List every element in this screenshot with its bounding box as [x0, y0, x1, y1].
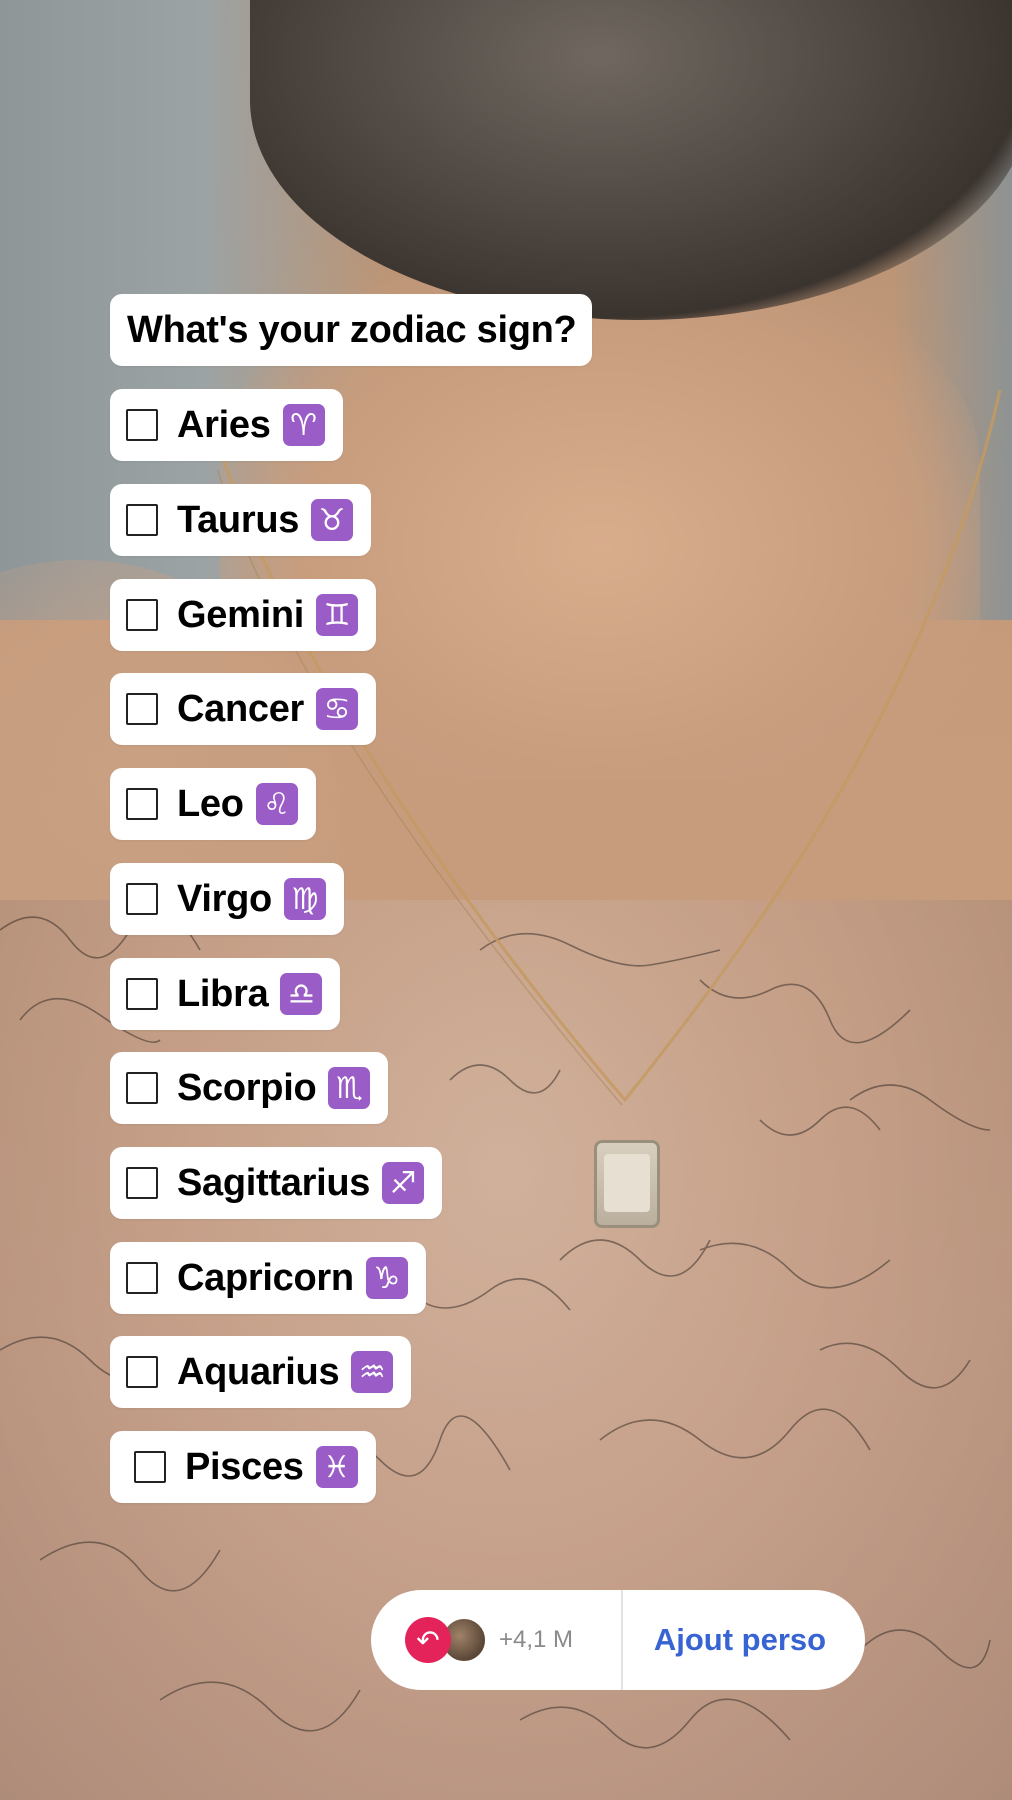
gemini-icon: ♊ — [316, 594, 359, 636]
reply-arrow-icon: ↶ — [405, 1617, 451, 1663]
checkbox-icon[interactable] — [126, 693, 158, 725]
add-yours-button[interactable]: Ajout perso — [623, 1622, 865, 1658]
pendant — [594, 1140, 660, 1228]
checkbox-icon[interactable] — [126, 1072, 158, 1104]
option-capricorn[interactable]: Capricorn ♑ — [110, 1242, 426, 1314]
option-label: Aries — [177, 403, 271, 446]
pisces-icon: ♓ — [315, 1446, 358, 1488]
aquarius-icon: ♒ — [351, 1351, 394, 1393]
option-label: Taurus — [177, 498, 300, 541]
aries-icon: ♈ — [282, 404, 325, 446]
checkbox-icon[interactable] — [126, 883, 158, 915]
option-taurus[interactable]: Taurus ♉ — [110, 484, 372, 556]
option-scorpio[interactable]: Scorpio ♏ — [110, 1052, 389, 1124]
option-libra[interactable]: Libra ♎ — [110, 958, 341, 1030]
option-label: Cancer — [177, 687, 305, 730]
option-label: Capricorn — [177, 1256, 354, 1299]
add-yours-bar: ↶ +4,1 M Ajout perso — [371, 1590, 865, 1690]
scorpio-icon: ♏ — [328, 1067, 371, 1109]
option-leo[interactable]: Leo ♌ — [110, 768, 316, 840]
option-label: Aquarius — [177, 1350, 340, 1393]
option-aquarius[interactable]: Aquarius ♒ — [110, 1336, 412, 1408]
question-text: What's your zodiac sign? — [127, 308, 577, 351]
option-gemini[interactable]: Gemini ♊ — [110, 579, 377, 651]
option-label: Scorpio — [177, 1066, 317, 1109]
option-label: Leo — [177, 782, 244, 825]
libra-icon: ♎ — [280, 973, 323, 1015]
option-pisces[interactable]: Pisces ♓ — [110, 1431, 376, 1503]
option-label: Libra — [177, 972, 269, 1015]
checkbox-icon[interactable] — [126, 978, 158, 1010]
sagittarius-icon: ♐ — [382, 1162, 425, 1204]
option-label: Sagittarius — [177, 1161, 371, 1204]
participants-button[interactable]: ↶ +4,1 M — [371, 1590, 623, 1690]
checkbox-icon[interactable] — [126, 1167, 158, 1199]
checkbox-icon[interactable] — [126, 1262, 158, 1294]
participant-count: +4,1 M — [499, 1626, 574, 1653]
virgo-icon: ♍ — [283, 878, 326, 920]
leo-icon: ♌ — [255, 783, 298, 825]
option-sagittarius[interactable]: Sagittarius ♐ — [110, 1147, 443, 1219]
checkbox-icon[interactable] — [126, 409, 158, 441]
checkbox-icon[interactable] — [126, 504, 158, 536]
option-label: Virgo — [177, 877, 272, 920]
checkbox-icon[interactable] — [126, 599, 158, 631]
option-label: Pisces — [185, 1445, 304, 1488]
taurus-icon: ♉ — [311, 499, 354, 541]
checkbox-icon[interactable] — [126, 1356, 158, 1388]
option-virgo[interactable]: Virgo ♍ — [110, 863, 344, 935]
capricorn-icon: ♑ — [365, 1257, 408, 1299]
option-cancer[interactable]: Cancer ♋ — [110, 673, 377, 745]
checkbox-icon[interactable] — [126, 788, 158, 820]
option-aries[interactable]: Aries ♈ — [110, 389, 343, 461]
checkbox-icon[interactable] — [134, 1451, 166, 1483]
option-label: Gemini — [177, 593, 305, 636]
question-sticker: What's your zodiac sign? — [110, 294, 593, 366]
cancer-icon: ♋ — [316, 688, 359, 730]
